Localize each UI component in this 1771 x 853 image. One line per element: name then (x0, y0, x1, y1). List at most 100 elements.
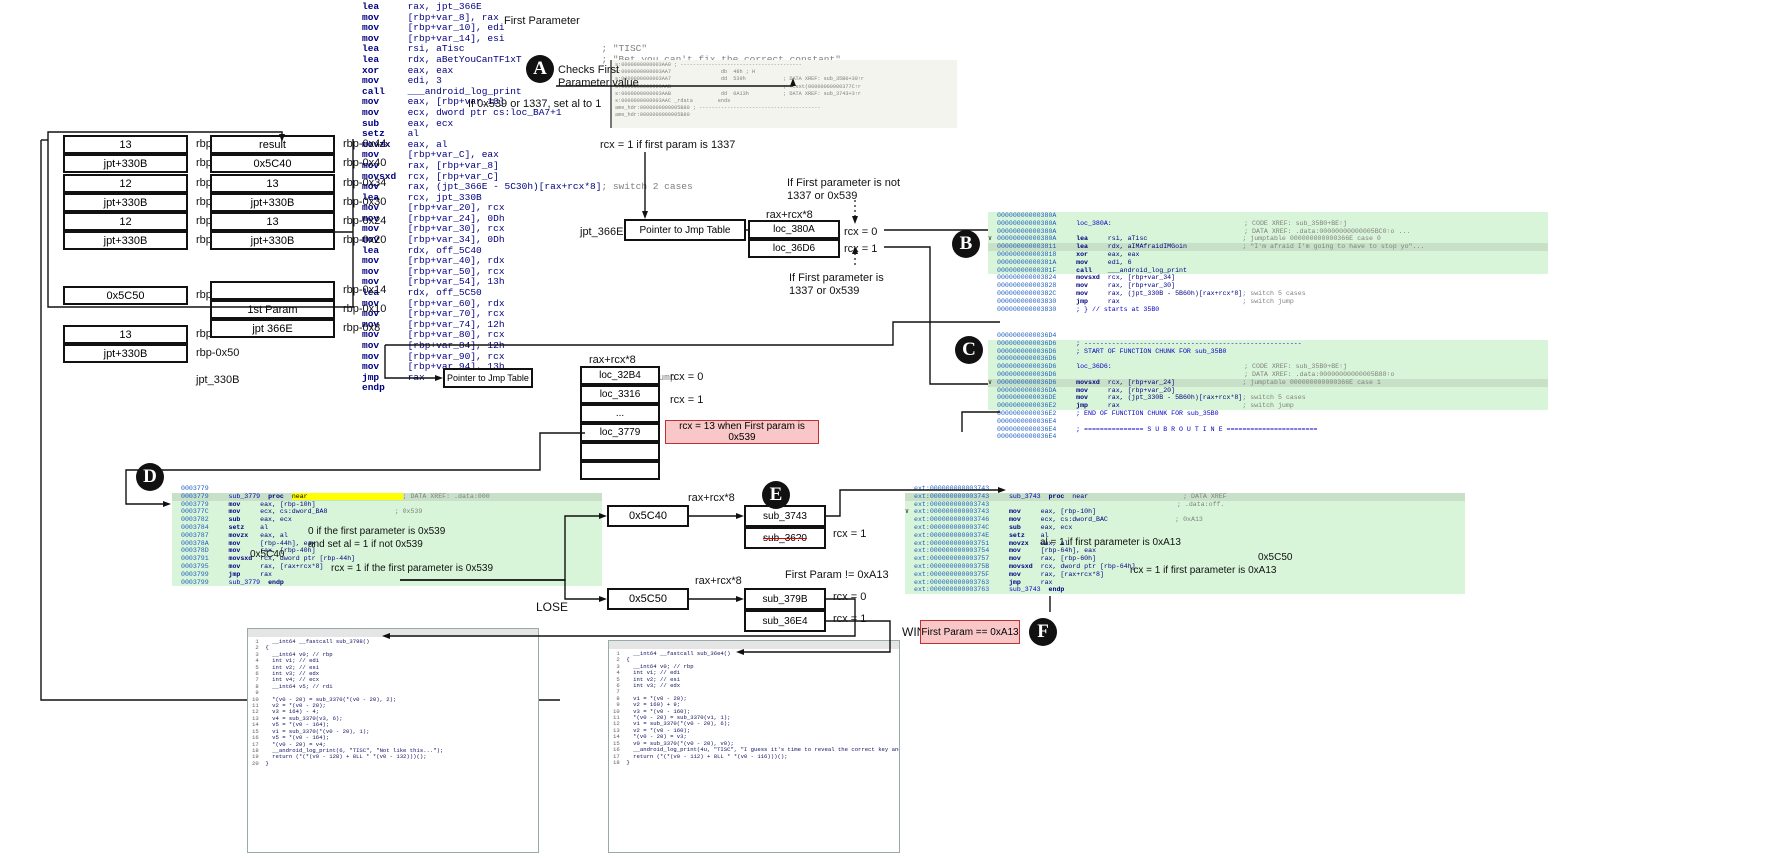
stack-cell: 0x5C50 (63, 286, 188, 305)
ida-line: 0000000000036DA mov rax, [rbp+var_20] (988, 386, 1548, 395)
ida-line: 00000000000381F call ___android_log_prin… (988, 266, 1548, 275)
annotation-al1-if-a13: al = 1 if first parameter is 0xA13 (1040, 537, 1181, 548)
jumptable-entry: sub_379B (744, 588, 826, 610)
note-first-param-a13: First Param == 0xA13 (920, 620, 1020, 644)
jumptable-entry: loc_32B4 (580, 366, 660, 385)
ida-line: 000000000003818 xor eax, eax (988, 250, 1548, 259)
ida-line: ∨ 0000000000036D6 movsxd rcx, [rbp+var_24… (988, 378, 1548, 387)
label-rcx1-top: rcx = 1 (844, 243, 878, 255)
label-rax-rcx8-f: rax+rcx*8 (695, 575, 742, 587)
ida-panel-e: ext:000000000003743 ext:000000000003743 … (905, 485, 1465, 600)
stack-address-label: rbp-0x44 (343, 138, 387, 150)
stack-cell: jpt+330B (210, 231, 335, 250)
ida-line: 0000000000036D6 ; ----------------------… (988, 339, 1548, 348)
stack-address-label: rbp-0x34 (343, 177, 387, 189)
ida-line: 0000000000036D6 ; DATA XREF: .data:00000… (988, 370, 1548, 379)
ida-line: ∨ ext:000000000003743 mov eax, [rbp-10h] (905, 508, 1465, 517)
stack-cell: 1st Param (210, 300, 335, 319)
hex-data-view: s:0000000000003AA0 ; -------------------… (610, 60, 957, 128)
stack-address-label: rbp-0x10 (343, 303, 387, 315)
label-rcx0-top: rcx = 0 (844, 226, 878, 238)
stack-cell: 0x5C40 (210, 154, 335, 173)
label-lose: LOSE (536, 600, 569, 614)
hex-line: s:0000000000003AA7 dd 539h ; DATA XREF: … (615, 76, 865, 83)
hex-line: s:0000000000003AAB ; .text(0000000000037… (615, 83, 861, 90)
stack-address-label: rbp-0x8 (343, 322, 381, 334)
ida-line: 0003779 (172, 485, 602, 493)
label-rcx1-f: rcx = 1 (833, 613, 867, 625)
ida-line: ext:000000000003757 mov rax, [rbp-60h] (905, 555, 1465, 563)
ida-line: ext:000000000003754 mov [rbp-64h], eax (905, 547, 1465, 556)
ida-line: ext:000000000003743 ; .data:off. (905, 500, 1465, 509)
pseudocode-right-header (609, 641, 899, 649)
annotation-if-0x539: If 0x539 or 1337, set al to 1 (468, 98, 602, 110)
stack-cell: jpt+330B (63, 154, 188, 173)
stack-address-label: rbp-0x40 (343, 157, 387, 169)
ida-line: 0000000000036D6 ; START OF FUNCTION CHUN… (988, 347, 1548, 356)
ida-line: 0000000000036E4 (988, 417, 1548, 426)
ida-line: 00000000000380A (988, 212, 1548, 220)
pseudocode-panel-right: 1 __int64 __fastcall sub_36e4() 2 { 3 __… (608, 640, 900, 853)
hex-line: s:0000000000003AAB dd 0A13h ; DATA XREF:… (615, 90, 861, 97)
badge-b: B (952, 230, 980, 258)
ida-line: ext:000000000003743 sub_3743 proc near ;… (905, 492, 1465, 501)
label-jpt-366e: jpt_366E (580, 226, 624, 238)
label-0x5c50-right: 0x5C50 (1258, 552, 1293, 563)
pseudocode-line: 20 } (252, 759, 269, 767)
jumptable-entry: loc_3316 (580, 385, 660, 404)
badge-c: C (955, 336, 983, 364)
ida-line: ext:000000000003743 (905, 485, 1465, 493)
annotation-checks-first-param: Checks First Parameter value (558, 64, 639, 89)
label-rcx0-mid: rcx = 0 (670, 371, 704, 383)
annotation-zero-if-0x539: 0 if the first parameter is 0x539 and se… (308, 526, 446, 550)
stack-cell: 12 (63, 174, 188, 193)
ida-line: 0000000000036E4 (988, 433, 1548, 442)
stack-cell: jpt+330B (210, 193, 335, 212)
ida-line: ext:00000000000374C sub eax, ecx (905, 523, 1465, 532)
hex-line: ame_hdr:0000000000005B80 ; -------------… (615, 105, 821, 112)
badge-d: D (136, 463, 164, 491)
annotation-if-is-1337: If First parameter is 1337 or 0x539 (789, 272, 884, 297)
box-0x5c50: 0x5C50 (607, 588, 689, 610)
stack-cell (210, 281, 335, 300)
annotation-rcx1-if-a13: rcx = 1 if first parameter is 0xA13 (1130, 565, 1277, 576)
label-rax-rcx8-e: rax+rcx*8 (688, 492, 735, 504)
ida-line: 000000000003811 lea rdx, aIMAfraidIMGoin… (988, 243, 1548, 251)
hex-line: s:0000000000003AAC _rdata ends (615, 98, 731, 105)
pseudocode-line: 18 } (613, 758, 630, 766)
ida-line: 000000000003830 ; } // starts at 35B0 (988, 305, 1548, 314)
ida-line: 0003799 sub_3779 endp (172, 578, 602, 587)
label-jpt-330b: jpt_330B (196, 374, 240, 386)
ida-line: 0000000000036D4 (988, 332, 1548, 340)
ida-line: 0000000000036D6 (988, 355, 1548, 364)
ida-line: 0000000000036E2 jmp rax ; switch jump (988, 402, 1548, 410)
jumptable-entry: sub_36E4 (744, 610, 826, 632)
jumptable-entry: ... (580, 404, 660, 423)
pointer-to-jmp-table-366e: Pointer to Jmp Table (624, 219, 746, 241)
hex-line: ame_hdr:0000000000005B80 (615, 112, 690, 119)
stack-cell: jpt+330B (63, 344, 188, 363)
jumptable-entry: loc_380A (748, 220, 840, 239)
ida-line: ext:000000000003763 jmp rax (905, 578, 1465, 587)
ida-line: 0000000000036E2 ; END OF FUNCTION CHUNK … (988, 409, 1548, 418)
annotation-rcx1-if-0x539: rcx = 1 if the first parameter is 0x539 (331, 563, 494, 574)
stack-address-label: rbp-0x50 (196, 347, 240, 359)
ida-line: 000000000003830 jmp rax ; switch jump (988, 297, 1548, 306)
stack-cell: 13 (210, 212, 335, 231)
jumptable-entry: sub_36?0 (744, 527, 826, 549)
ida-line: 0000000000036E4 ; =============== S U B … (988, 425, 1548, 434)
ida-line: 0000000000036D6 loc_36D6:; CODE XREF: su… (988, 363, 1548, 371)
stack-cell: 12 (63, 212, 188, 231)
annotation-rcx1-if-1337: rcx = 1 if first param is 1337 (600, 139, 736, 151)
jumptable-entry: loc_36D6 (748, 239, 840, 258)
jumptable-entry: sub_3743 (744, 505, 826, 527)
ida-line: 00000000000380A ; DATA XREF: .data:00000… (988, 227, 1548, 236)
ida-line: 0000000000036DE mov rax, (jpt_330B - 5B6… (988, 394, 1548, 403)
stack-address-label: rbp-0x30 (343, 196, 387, 208)
ida-line: ext:000000000003751 movzx eax, al (905, 539, 1465, 548)
jumptable-entry: loc_3779 (580, 423, 660, 442)
label-rcx0-f: rcx = 0 (833, 591, 867, 603)
ida-line: 0003779 sub_3779 proc near ; DATA XREF: … (172, 492, 602, 501)
ida-line: ext:000000000003763 sub_3743 endp (905, 586, 1465, 595)
stack-cell: result (210, 135, 335, 154)
